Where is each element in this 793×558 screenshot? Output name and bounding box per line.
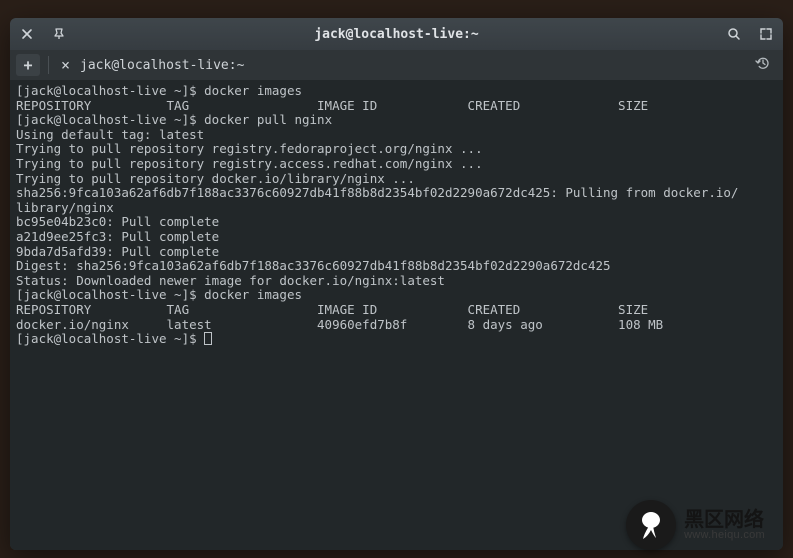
command-text: docker images <box>204 83 302 98</box>
terminal-body[interactable]: [jack@localhost-live ~]$ docker images R… <box>10 80 783 550</box>
tabbar: + × jack@localhost-live:~ <box>10 50 783 80</box>
output-line: Trying to pull repository registry.acces… <box>16 156 483 171</box>
output-line: Trying to pull repository docker.io/libr… <box>16 171 415 186</box>
output-line: bc95e04b23c0: Pull complete <box>16 214 219 229</box>
output-line: sha256:9fca103a62af6db7f188ac3376c60927d… <box>16 185 738 200</box>
output-line: 9bda7d5afd39: Pull complete <box>16 244 219 259</box>
divider <box>48 56 49 74</box>
output-line: REPOSITORY TAG IMAGE ID CREATED SIZE <box>16 98 648 113</box>
maximize-icon[interactable] <box>757 25 775 43</box>
output-line: docker.io/nginx latest 40960efd7b8f 8 da… <box>16 317 663 332</box>
pin-icon[interactable] <box>50 25 68 43</box>
output-line: library/nginx <box>16 200 114 215</box>
search-icon[interactable] <box>725 25 743 43</box>
new-tab-button[interactable]: + <box>16 54 40 76</box>
output-line: Using default tag: latest <box>16 127 204 142</box>
prompt: [jack@localhost-live ~]$ <box>16 287 204 302</box>
tab-label: jack@localhost-live:~ <box>80 58 244 73</box>
titlebar-right <box>695 25 775 43</box>
terminal-window: jack@localhost-live:~ + × jack@localhost… <box>10 18 783 550</box>
command-text: docker pull nginx <box>204 112 332 127</box>
prompt: [jack@localhost-live ~]$ <box>16 112 204 127</box>
prompt: [jack@localhost-live ~]$ <box>16 331 204 346</box>
titlebar-left <box>18 25 98 43</box>
close-icon[interactable] <box>18 25 36 43</box>
history-icon[interactable] <box>755 55 771 75</box>
output-line: Status: Downloaded newer image for docke… <box>16 273 445 288</box>
tab-close-icon[interactable]: × <box>61 56 70 74</box>
prompt: [jack@localhost-live ~]$ <box>16 83 204 98</box>
titlebar: jack@localhost-live:~ <box>10 18 783 50</box>
output-line: Trying to pull repository registry.fedor… <box>16 141 483 156</box>
output-line: Digest: sha256:9fca103a62af6db7f188ac337… <box>16 258 611 273</box>
command-text: docker images <box>204 287 302 302</box>
cursor <box>204 332 212 345</box>
tab-terminal[interactable]: × jack@localhost-live:~ <box>55 56 250 74</box>
output-line: REPOSITORY TAG IMAGE ID CREATED SIZE <box>16 302 648 317</box>
window-title: jack@localhost-live:~ <box>98 27 695 42</box>
output-line: a21d9ee25fc3: Pull complete <box>16 229 219 244</box>
